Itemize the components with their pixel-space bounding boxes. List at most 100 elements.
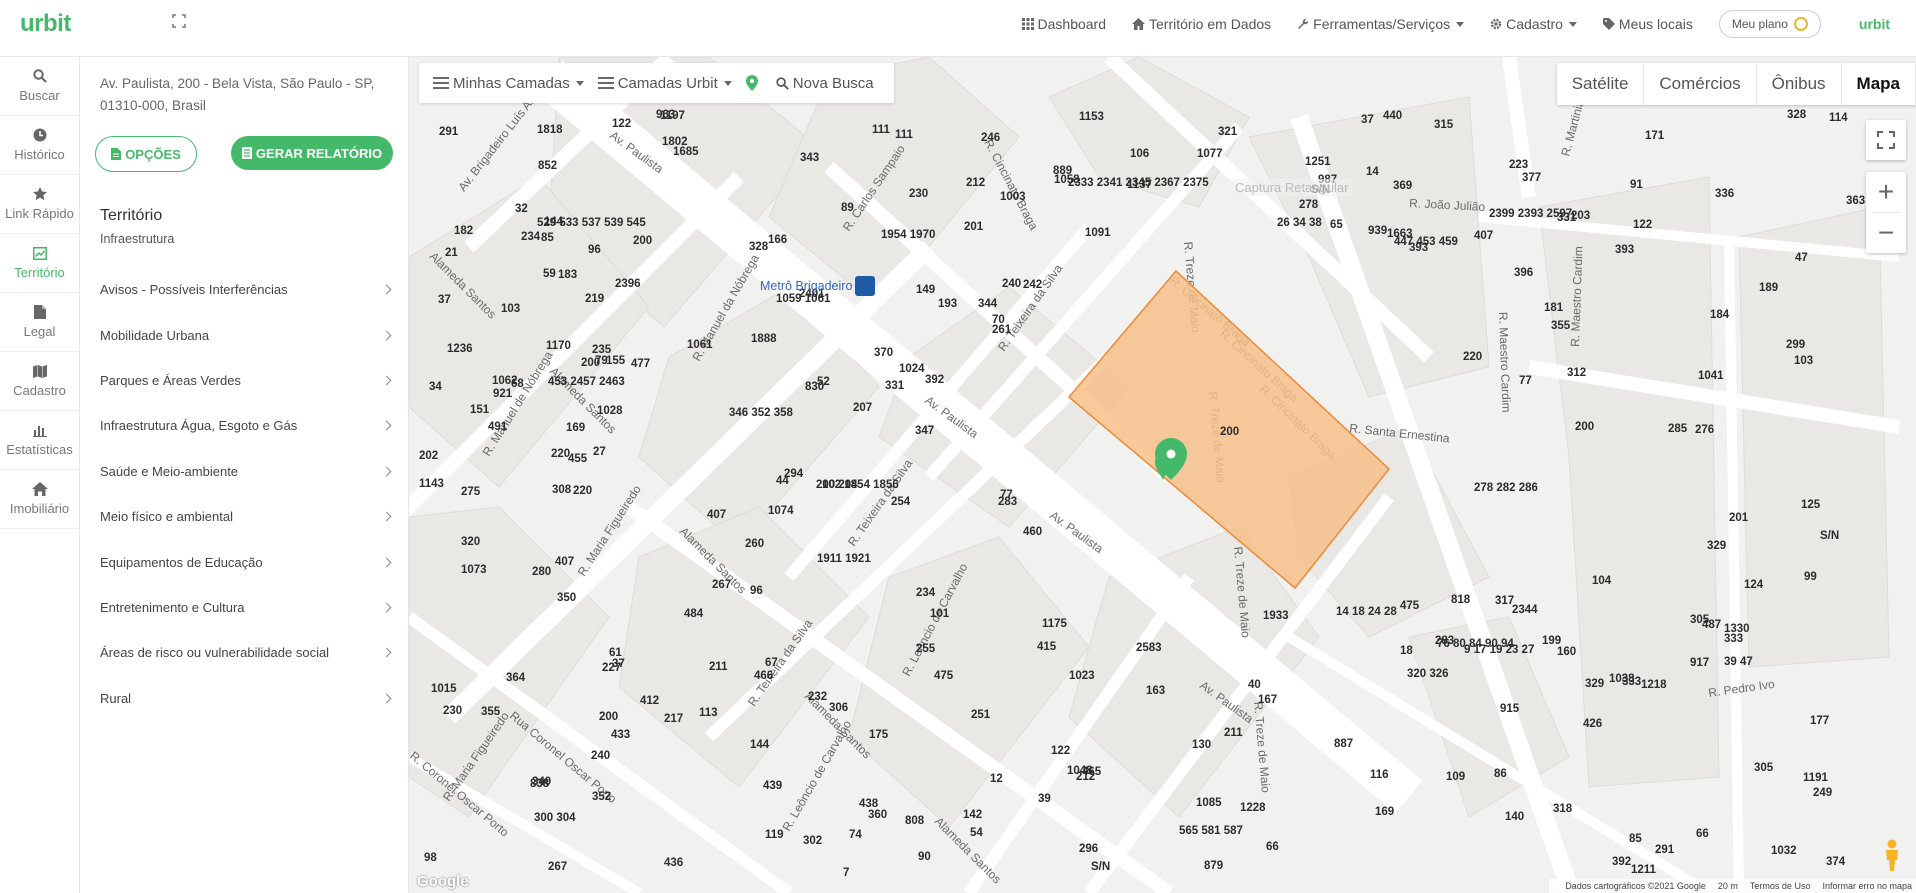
nav-ferramentas[interactable]: Ferramentas/Serviços	[1297, 16, 1465, 32]
category-label: Mobilidade Urbana	[100, 327, 210, 343]
lot-number-label: 211	[1224, 727, 1243, 739]
lot-number-label: 260	[745, 538, 764, 550]
home-icon	[1132, 18, 1146, 30]
lot-number-label: 85	[541, 232, 554, 244]
category-item[interactable]: Avisos - Possíveis Interferências	[100, 267, 396, 312]
category-item[interactable]: Entretenimento e Cultura	[100, 585, 396, 630]
map-type-map[interactable]: Mapa	[1842, 63, 1916, 105]
my-plan-button[interactable]: Meu plano	[1718, 10, 1821, 38]
nav-cadastro-label: Cadastro	[1506, 16, 1563, 32]
terms-link[interactable]: Termos de Uso	[1750, 881, 1811, 891]
google-logo: Google	[417, 873, 469, 890]
map-type-commerce[interactable]: Comércios	[1644, 63, 1757, 105]
lot-number-label: 232	[808, 691, 827, 703]
lot-number-label: 103	[1794, 355, 1813, 367]
report-icon	[241, 147, 252, 159]
chevron-right-icon	[381, 647, 392, 658]
capture-rectangle-label[interactable]: Captura Retangular	[1231, 179, 1353, 196]
sidebar-item-territorio[interactable]: Território	[0, 234, 79, 293]
lot-number-label: 220	[551, 448, 570, 460]
new-search-button[interactable]: Nova Busca	[776, 75, 874, 92]
tag-icon	[1602, 18, 1615, 30]
nav-dashboard-label: Dashboard	[1037, 16, 1107, 32]
category-item[interactable]: Rural	[100, 676, 396, 721]
metro-station-name: Metrô Brigadeiro	[760, 279, 853, 293]
nav-meus-locais[interactable]: Meus locais	[1602, 16, 1693, 32]
chevron-right-icon	[381, 557, 392, 567]
zoom-out-button[interactable]: −	[1866, 213, 1906, 253]
lot-number-label: 142	[963, 809, 982, 821]
lot-number-label: 169	[1375, 806, 1394, 818]
lot-number-label: 155	[606, 355, 626, 367]
lot-number-label: 329	[1585, 678, 1604, 690]
lot-number-label: 1091	[1085, 227, 1111, 239]
lot-number-label: 177	[1810, 715, 1829, 727]
sidebar-item-historico[interactable]: Histórico	[0, 116, 79, 175]
bar-chart-icon	[32, 425, 47, 437]
lot-number-label: 320 326	[1407, 668, 1449, 680]
collapse-sidebar-icon[interactable]	[172, 14, 190, 32]
star-icon	[32, 187, 47, 201]
sidebar-item-legal[interactable]: Legal	[0, 293, 79, 352]
avatar[interactable]: urbit	[1859, 16, 1890, 32]
pegman-icon	[1886, 839, 1898, 871]
sidebar-item-estatisticas[interactable]: Estatísticas	[0, 411, 79, 470]
options-button[interactable]: OPÇÕES	[95, 136, 197, 172]
generate-report-button[interactable]: GERAR RELATÓRIO	[231, 136, 393, 170]
lot-number-label: 39 47	[1724, 656, 1753, 668]
sidebar-item-label: Histórico	[14, 147, 65, 162]
lot-number-label: 329	[1707, 540, 1726, 552]
zoom-in-button[interactable]: +	[1866, 172, 1906, 212]
lot-number-label: 219	[585, 293, 604, 305]
nav-cadastro[interactable]: Cadastro	[1490, 16, 1577, 32]
category-label: Meio físico e ambiental	[100, 509, 233, 525]
category-item[interactable]: Saúde e Meio-ambiente	[100, 449, 396, 494]
sidebar-item-label: Estatísticas	[6, 441, 73, 457]
street-view-pegman[interactable]	[1878, 837, 1906, 873]
nav-territorio-em-dados[interactable]: Território em Dados	[1132, 16, 1271, 32]
sidebar-item-link-rapido[interactable]: Link Rápido	[0, 175, 79, 234]
lot-number-label: 235	[592, 344, 612, 356]
category-label: Saúde e Meio-ambiente	[100, 463, 239, 479]
sidebar-item-cadastro[interactable]: Cadastro	[0, 352, 79, 411]
sidebar-item-imobiliario[interactable]: Imobiliário	[0, 470, 79, 529]
category-item[interactable]: Equipamentos de Educação	[100, 539, 396, 584]
category-item[interactable]: Áreas de risco ou vulnerabilidade social	[100, 630, 396, 675]
map-canvas[interactable]: Av. PaulistaAv. PaulistaAv. PaulistaAv. …	[409, 57, 1916, 893]
category-item[interactable]: Parques e Áreas Verdes	[100, 358, 396, 403]
sidebar-item-buscar[interactable]: Buscar	[0, 57, 79, 116]
lot-number-label: 37	[438, 294, 451, 306]
urbit-logo[interactable]: urbit	[20, 10, 71, 38]
category-item[interactable]: Infraestrutura Água, Esgoto e Gás	[100, 403, 396, 448]
lot-number-label: 1228	[1240, 802, 1266, 814]
map-scale: 20 m	[1717, 881, 1738, 891]
lot-number-label: 101	[930, 608, 950, 620]
lot-number-label: 267	[712, 579, 731, 591]
report-error-link[interactable]: Informar erro no mapa	[1822, 881, 1912, 891]
lot-number-label: S/N	[1091, 861, 1110, 873]
urbit-layers-dropdown[interactable]: Camadas Urbit	[597, 75, 732, 92]
marker-button[interactable]	[745, 75, 762, 91]
fullscreen-button[interactable]	[1866, 120, 1906, 160]
lot-number-label: 251	[971, 709, 991, 721]
nav-dashboard[interactable]: Dashboard	[1021, 16, 1107, 32]
lot-number-label: 305	[1754, 762, 1774, 774]
chevron-down-icon	[1568, 21, 1577, 27]
lot-number-label: 201	[1729, 512, 1749, 524]
lot-number-label: 230	[443, 705, 462, 717]
category-item[interactable]: Meio físico e ambiental	[100, 494, 396, 539]
map-type-satellite[interactable]: Satélite	[1557, 63, 1645, 105]
lot-number-label: 54	[970, 827, 983, 839]
lot-number-label: 59	[543, 268, 556, 280]
lot-number-label: 278	[1299, 199, 1319, 211]
category-item[interactable]: Mobilidade Urbana	[100, 312, 396, 357]
map-type-bus[interactable]: Ônibus	[1757, 63, 1842, 105]
minus-icon: −	[1877, 217, 1895, 248]
lot-number-label: 344	[978, 298, 998, 310]
lot-number-label: 1058	[1054, 174, 1080, 186]
metro-station-label[interactable]: Metrô Brigadeiro	[760, 276, 876, 296]
category-label: Áreas de risco ou vulnerabilidade social	[100, 645, 330, 661]
map-view[interactable]: Av. Paulista Av. Paulista Av. Paulista Av. …	[409, 57, 1916, 893]
my-layers-dropdown[interactable]: Minhas Camadas	[433, 75, 584, 92]
lot-number-label: 439	[763, 780, 782, 792]
